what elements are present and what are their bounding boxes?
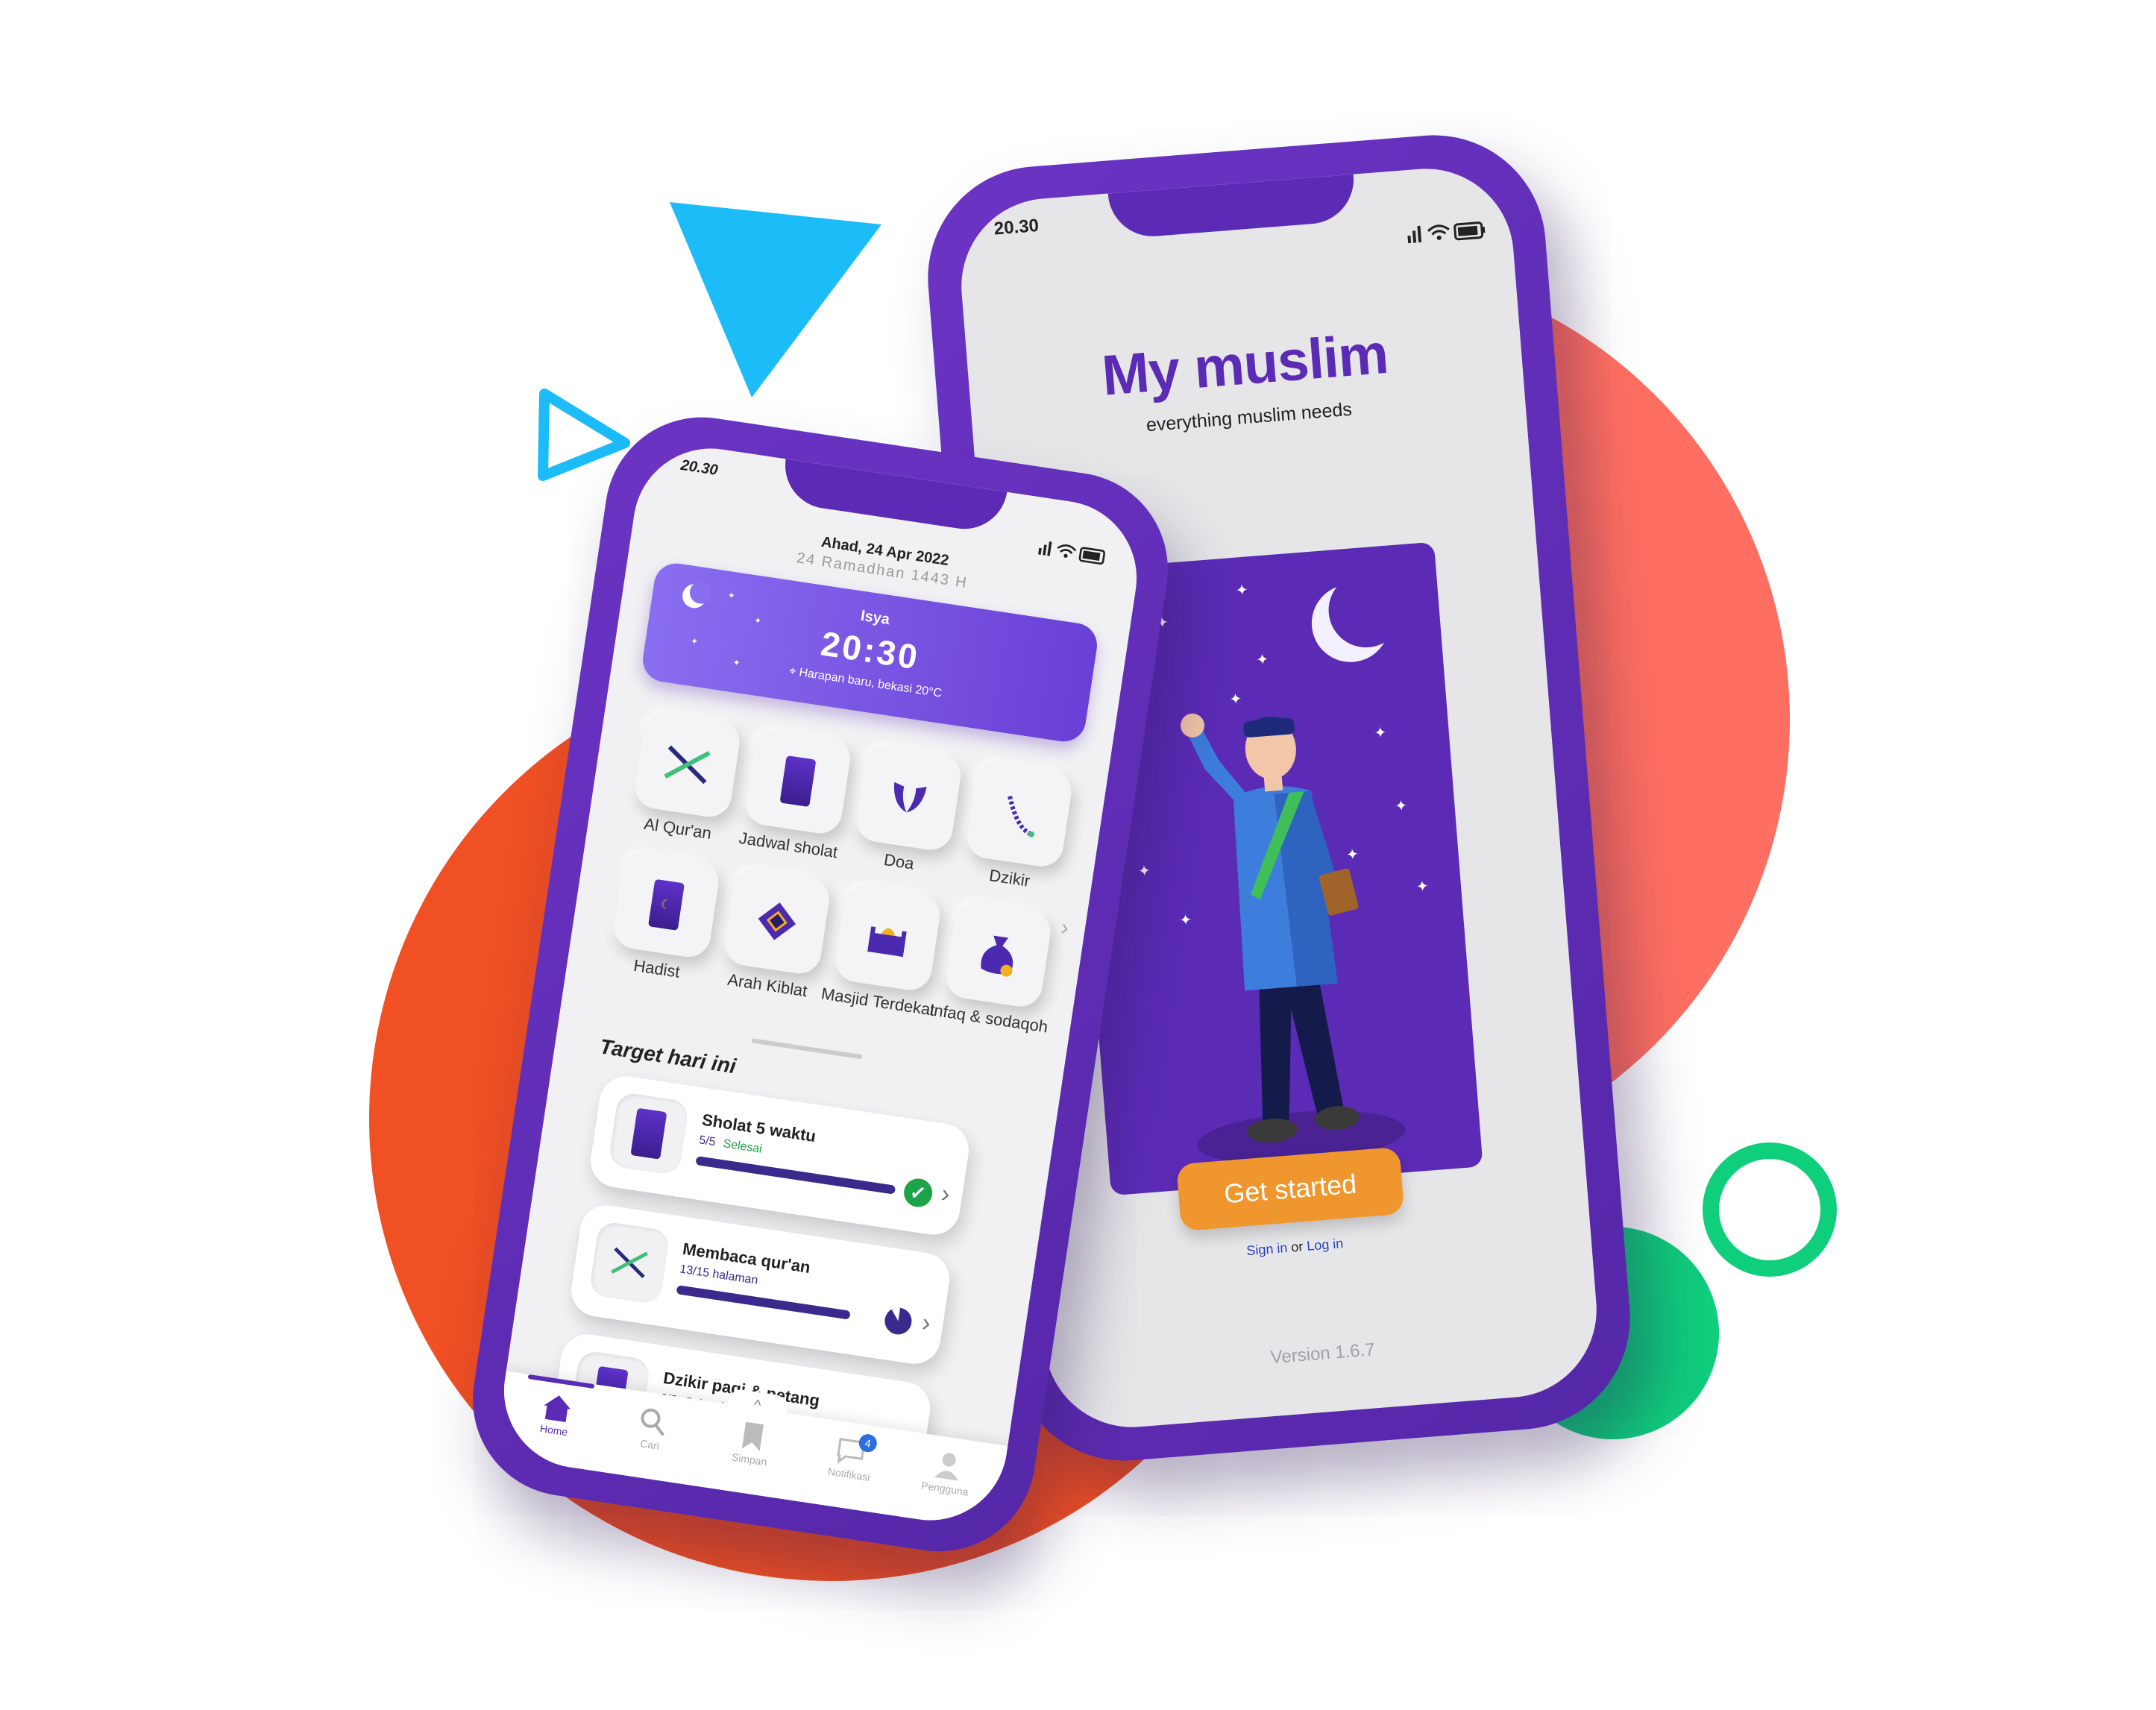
menu-tile-arah-kiblat[interactable]	[721, 866, 832, 977]
nav-item-notifikasi[interactable]: 4 Notifikasi	[808, 1430, 896, 1486]
status-time: 20.30	[993, 215, 1040, 239]
hadith-book-icon: ☾	[647, 878, 685, 931]
star-icon: ✦	[1415, 878, 1430, 896]
targets-title: Target hari ini	[598, 1034, 738, 1078]
version-text: Version 1.6.7	[1269, 1339, 1376, 1368]
menu-label: Dzikir	[987, 866, 1031, 890]
nav-item-cari[interactable]: Cari	[609, 1401, 697, 1456]
nav-item-home[interactable]: Home	[512, 1386, 600, 1442]
menu-tile-hadist[interactable]: ☾	[611, 849, 722, 961]
target-status: Selesai	[722, 1137, 763, 1156]
green-ring-decoration	[1703, 1142, 1837, 1277]
schedule-book-icon	[779, 755, 817, 808]
mosque-icon	[867, 926, 907, 957]
user-icon	[934, 1453, 958, 1481]
menu-label: Hadist	[632, 955, 682, 981]
target-icon	[608, 1091, 690, 1176]
crescent-moon-icon	[1311, 575, 1399, 662]
bookmark-icon	[741, 1421, 764, 1451]
praying-hands-icon	[893, 782, 927, 813]
auth-links: Sign in or Log in	[1038, 1219, 1553, 1275]
prayer-beads-icon	[1008, 796, 1034, 837]
menu-next-chevron-icon[interactable]: ›	[1059, 915, 1070, 941]
status-icons	[1407, 221, 1486, 244]
menu-grid: Al Qur'an Jadwal sholat Doa Dzikir ☾ Had…	[566, 703, 1107, 1044]
kaaba-compass-icon	[758, 902, 796, 940]
menu-tile-dzikir[interactable]	[964, 759, 1075, 870]
nav-item-pengguna[interactable]: Pengguna	[903, 1445, 991, 1501]
money-bag-icon	[981, 935, 1013, 977]
menu-tile-masjid-terdekat[interactable]	[832, 882, 943, 993]
menu-label: Infaq & sodaqoh	[928, 1000, 1049, 1037]
chevron-right-icon[interactable]: ›	[939, 1179, 952, 1209]
man-waving-illustration	[1181, 713, 1406, 1164]
menu-label: Jadwal sholat	[738, 828, 839, 862]
target-count: 5/5	[698, 1134, 717, 1149]
menu-label: Al Qur'an	[642, 814, 713, 843]
pie-progress-icon	[884, 1307, 912, 1335]
sign-in-link[interactable]: Sign in	[1246, 1240, 1288, 1258]
search-icon	[641, 1408, 664, 1436]
menu-tile-doa[interactable]	[853, 742, 964, 853]
status-time: 20.30	[679, 456, 720, 479]
nav-item-simpan[interactable]: Simpan	[708, 1415, 796, 1471]
menu-tile-al-quran[interactable]	[632, 709, 743, 820]
menu-label: Masjid Terdekat	[820, 984, 937, 1019]
menu-label: Doa	[882, 849, 916, 873]
star-icon: ✦	[1394, 797, 1408, 815]
menu-tile-infaq-sodaqoh[interactable]	[943, 899, 1054, 1010]
or-text: or	[1290, 1239, 1304, 1255]
menu-tile-jadwal-sholat[interactable]	[743, 726, 853, 837]
target-progress-bar	[695, 1156, 896, 1195]
quran-icon	[664, 745, 711, 785]
menu-label: Arah Kiblat	[726, 969, 809, 1001]
menu-scroll-indicator	[751, 1038, 863, 1060]
home-icon	[544, 1395, 571, 1422]
quran-icon	[611, 1247, 648, 1278]
target-icon	[588, 1220, 670, 1305]
check-icon: ✓	[902, 1176, 934, 1210]
log-in-link[interactable]: Log in	[1306, 1236, 1343, 1254]
target-progress-bar	[676, 1285, 851, 1320]
star-icon: ✦	[1235, 582, 1249, 600]
chevron-right-icon[interactable]: ›	[920, 1308, 933, 1338]
status-icons	[1038, 541, 1106, 565]
blue-triangle-decoration	[670, 202, 881, 397]
book-icon	[630, 1107, 667, 1160]
location-pin-icon: ⌖	[788, 664, 797, 679]
star-icon: ✦	[1137, 862, 1151, 881]
star-icon: ✦	[1255, 651, 1270, 669]
